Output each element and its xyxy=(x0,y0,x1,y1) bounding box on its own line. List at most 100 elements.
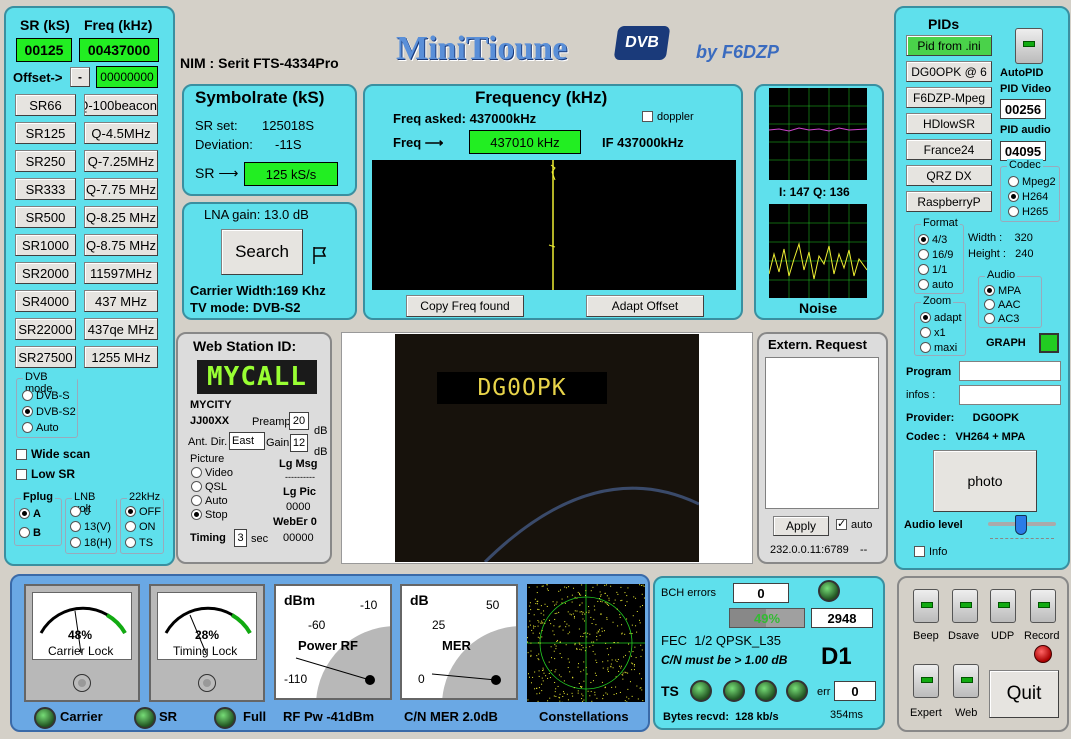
udp-switch[interactable] xyxy=(990,589,1016,623)
sr-value-input[interactable]: 00125 xyxy=(16,38,72,62)
quit-button[interactable]: Quit xyxy=(989,670,1059,718)
copy-freq-button[interactable]: Copy Freq found xyxy=(406,295,524,317)
constellation-dot xyxy=(556,612,558,614)
freq-preset-button[interactable]: Q-7.25MHz xyxy=(84,150,158,172)
fplug-a-radio[interactable]: A xyxy=(19,508,41,520)
lnb-13-radio[interactable]: 13(V) xyxy=(70,521,111,533)
constellation-dot xyxy=(567,633,569,635)
sr-preset-button[interactable]: SR333 xyxy=(15,178,76,200)
adapt-offset-button[interactable]: Adapt Offset xyxy=(586,295,704,317)
timing-input[interactable]: 3 xyxy=(234,529,247,547)
picture-stop-radio[interactable]: Stop xyxy=(191,509,228,521)
khz-ts-radio[interactable]: TS xyxy=(125,537,153,549)
sr-preset-button[interactable]: SR125 xyxy=(15,122,76,144)
preamp-input[interactable]: 20 xyxy=(289,412,309,430)
sr-preset-button[interactable]: SR66 xyxy=(15,94,76,116)
pid-preset-button[interactable]: France24 xyxy=(906,139,992,160)
zoom-maxi-radio[interactable]: maxi xyxy=(920,342,957,354)
format-11-radio[interactable]: 1/1 xyxy=(918,264,947,276)
pid-preset-button[interactable]: F6DZP-Mpeg xyxy=(906,87,992,108)
extern-list[interactable] xyxy=(765,357,879,509)
pid-audio-input[interactable]: 04095 xyxy=(1000,141,1046,161)
zoom-adapt-radio[interactable]: adapt xyxy=(920,312,962,324)
format-auto-radio[interactable]: auto xyxy=(918,279,953,291)
sr-preset-button[interactable]: SR27500 xyxy=(15,346,76,368)
freq-value-input[interactable]: 00437000 xyxy=(79,38,159,62)
sr-preset-button[interactable]: SR4000 xyxy=(15,290,76,312)
symbolrate-title: Symbolrate (kS) xyxy=(195,88,325,107)
expert-switch[interactable] xyxy=(913,664,939,698)
constellation-dot xyxy=(613,642,615,644)
sr-preset-button[interactable]: SR1000 xyxy=(15,234,76,256)
autopid-switch[interactable] xyxy=(1015,28,1043,64)
picture-qsl-radio[interactable]: QSL xyxy=(191,481,227,493)
timing-lock-knob[interactable] xyxy=(198,674,216,692)
freq-preset-button[interactable]: 1255 MHz xyxy=(84,346,158,368)
dsave-switch[interactable] xyxy=(952,589,978,623)
photo-button[interactable]: photo xyxy=(933,450,1037,512)
sr-preset-button[interactable]: SR22000 xyxy=(15,318,76,340)
khz-on-radio[interactable]: ON xyxy=(125,521,156,533)
info-checkbox[interactable]: Info xyxy=(914,546,947,558)
program-input[interactable] xyxy=(959,361,1061,381)
record-switch[interactable] xyxy=(1030,589,1056,623)
sr-preset-button[interactable]: SR500 xyxy=(15,206,76,228)
freq-preset-button[interactable]: 11597MHz xyxy=(84,262,158,284)
freq-preset-button[interactable]: Q-7.75 MHz xyxy=(84,178,158,200)
codec-h264-radio[interactable]: H264 xyxy=(1008,191,1048,203)
constellation-dot xyxy=(608,599,610,601)
audio-aac-radio[interactable]: AAC xyxy=(984,299,1021,311)
pid-preset-button[interactable]: QRZ DX xyxy=(906,165,992,186)
audio-level-thumb[interactable] xyxy=(1015,515,1027,535)
wide-scan-checkbox[interactable]: Wide scan xyxy=(16,447,90,461)
khz-off-radio[interactable]: OFF xyxy=(125,506,161,518)
format-169-radio[interactable]: 16/9 xyxy=(918,249,953,261)
freq-preset-button[interactable]: Q-8.25 MHz xyxy=(84,206,158,228)
dvb-s-radio[interactable]: DVB-S xyxy=(22,390,70,402)
freq-preset-button[interactable]: Q-4.5MHz xyxy=(84,122,158,144)
freq-preset-button[interactable]: Q-8.75 MHz xyxy=(84,234,158,256)
zoom-x1-radio[interactable]: x1 xyxy=(920,327,946,339)
ant-dir-input[interactable]: East xyxy=(229,432,265,450)
search-button[interactable]: Search xyxy=(221,229,303,275)
freq-preset-button[interactable]: 437qe MHz xyxy=(84,318,158,340)
codec-mpeg2-radio[interactable]: Mpeg2 xyxy=(1008,176,1056,188)
pid-preset-button[interactable]: DG0OPK @ 6 xyxy=(906,61,992,82)
audio-mpa-radio[interactable]: MPA xyxy=(984,285,1021,297)
lnb-0-radio[interactable]: 0 xyxy=(70,506,90,518)
apply-button[interactable]: Apply xyxy=(773,516,829,536)
freq-preset-button[interactable]: Q-100beacon xyxy=(84,94,158,116)
constellation-dot xyxy=(544,603,546,605)
constellation-dot xyxy=(547,589,549,591)
web-switch[interactable] xyxy=(953,664,979,698)
beep-switch[interactable] xyxy=(913,589,939,623)
freq-preset-button[interactable]: 437 MHz xyxy=(84,290,158,312)
codec-h265-radio[interactable]: H265 xyxy=(1008,206,1048,218)
pid-video-input[interactable]: 00256 xyxy=(1000,99,1046,119)
infos-input[interactable] xyxy=(959,385,1061,405)
graph-toggle[interactable] xyxy=(1039,333,1059,353)
low-sr-checkbox[interactable]: Low SR xyxy=(16,467,75,481)
sr-preset-button[interactable]: SR2000 xyxy=(15,262,76,284)
video-display[interactable]: DG0OPK xyxy=(395,334,699,562)
doppler-checkbox[interactable]: doppler xyxy=(642,111,694,123)
picture-video-radio[interactable]: Video xyxy=(191,467,233,479)
gain-input[interactable]: 12 xyxy=(290,434,308,452)
picture-auto-radio[interactable]: Auto xyxy=(191,495,228,507)
auto-checkbox[interactable]: auto xyxy=(836,517,872,531)
dvb-s2-radio[interactable]: DVB-S2 xyxy=(22,406,76,418)
fplug-b-radio[interactable]: B xyxy=(19,527,41,539)
constellation-dot xyxy=(580,635,582,637)
offset-value-input[interactable]: 00000000 xyxy=(96,66,158,88)
flag-icon[interactable] xyxy=(310,244,332,266)
sr-preset-button[interactable]: SR250 xyxy=(15,150,76,172)
carrier-lock-knob[interactable] xyxy=(73,674,91,692)
pid-preset-button[interactable]: RaspberryP xyxy=(906,191,992,212)
audio-ac3-radio[interactable]: AC3 xyxy=(984,313,1019,325)
offset-sign-button[interactable]: - xyxy=(70,67,90,87)
format-43-radio[interactable]: 4/3 xyxy=(918,234,947,246)
pid-preset-button[interactable]: Pid from .ini xyxy=(906,35,992,56)
pid-preset-button[interactable]: HDlowSR xyxy=(906,113,992,134)
lnb-18-radio[interactable]: 18(H) xyxy=(70,537,112,549)
auto-radio[interactable]: Auto xyxy=(22,422,59,434)
